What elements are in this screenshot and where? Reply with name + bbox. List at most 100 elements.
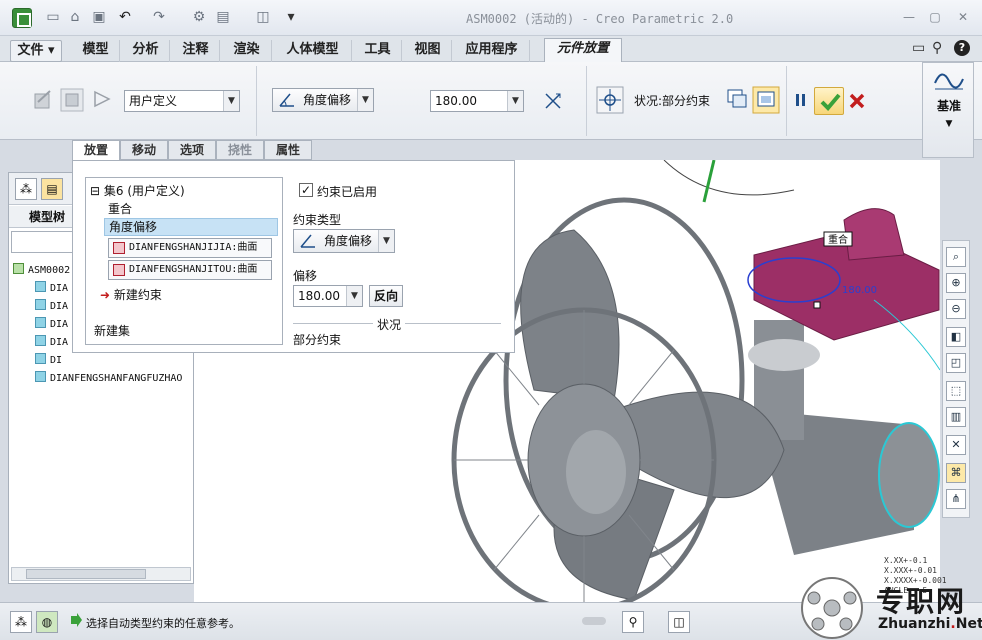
subtab-move[interactable]: 移动 <box>120 140 168 160</box>
horizontal-scrollbar[interactable] <box>11 567 191 581</box>
close-window-icon[interactable]: ◫ <box>254 8 272 26</box>
new-set-link[interactable]: 新建集 <box>94 322 130 339</box>
tab-model[interactable]: 模型 <box>72 40 120 62</box>
constraint-type-value: 角度偏移 <box>303 93 352 107</box>
maximize-icon[interactable]: ▢ <box>928 10 942 24</box>
mechanism-icon[interactable] <box>92 88 114 110</box>
refit-icon[interactable]: ⌕ <box>946 247 966 267</box>
annotation-display-icon[interactable]: ⋔ <box>946 489 966 509</box>
zoom-out-icon[interactable]: ⊖ <box>946 299 966 319</box>
undo-icon[interactable]: ↶ <box>116 8 134 26</box>
new-icon[interactable]: ▭ <box>44 8 62 26</box>
open-icon[interactable]: ⌂ <box>66 8 84 26</box>
tree-item-label: DIANFENGSHANFANGFUZHAO <box>50 373 183 384</box>
tab-component-placement[interactable]: 元件放置 <box>544 38 622 62</box>
new-constraint-link[interactable]: ➜ 新建约束 <box>100 286 162 303</box>
spin-center-icon[interactable]: ⌘ <box>946 463 966 483</box>
offset-combo[interactable]: 180.00 ▼ <box>430 90 524 112</box>
model-tree-tab-icon[interactable]: ⁂ <box>15 178 37 200</box>
tab-tools[interactable]: 工具 <box>354 40 402 62</box>
find-icon[interactable]: ⚲ <box>622 611 644 633</box>
tab-applications[interactable]: 应用程序 <box>454 40 530 62</box>
tree-item[interactable]: DIA <box>35 299 68 315</box>
constraint-coincident-item[interactable]: 重合 <box>108 200 132 217</box>
saved-views-icon[interactable]: ⬚ <box>946 381 966 401</box>
part-icon <box>35 281 46 292</box>
tree-item-label: DI <box>50 355 63 366</box>
subtab-options[interactable]: 选项 <box>168 140 216 160</box>
close-icon[interactable]: ✕ <box>956 10 970 24</box>
tree-item[interactable]: DIA <box>35 335 68 351</box>
model-tree-toggle-icon[interactable]: ⁂ <box>10 611 32 633</box>
view-manager-icon[interactable]: ▥ <box>946 407 966 427</box>
tab-analysis[interactable]: 分析 <box>122 40 170 62</box>
separate-window-icon[interactable] <box>726 88 748 110</box>
datum-display-icon[interactable]: ✕ <box>946 435 966 455</box>
watermark-en: Zhuanzhi.Net <box>878 616 982 632</box>
browser-toggle-icon[interactable]: ◍ <box>36 611 58 633</box>
tab-annotate[interactable]: 注释 <box>172 40 220 62</box>
constraint-set-item[interactable]: ⊟ 集6 (用户定义) <box>90 182 185 199</box>
constraint-angle-offset-item[interactable]: 角度偏移 <box>104 218 278 236</box>
regenerate-icon[interactable]: ⚙ <box>190 8 208 26</box>
tree-item[interactable]: DIA <box>35 281 68 297</box>
flip-button[interactable]: 反向 <box>369 285 403 307</box>
reference-1[interactable]: DIANFENGSHANJIJIA:曲面 <box>108 238 272 258</box>
search-icon[interactable]: ⚲ <box>932 40 942 56</box>
windows-icon[interactable]: ▤ <box>214 8 232 26</box>
new-constraint-label: 新建约束 <box>113 288 162 302</box>
help-icon[interactable]: ? <box>954 40 970 56</box>
show-component-icon[interactable] <box>596 86 624 114</box>
panel-constraint-type-combo[interactable]: 角度偏移 ▼ <box>293 229 395 253</box>
repaint-icon[interactable]: ◧ <box>946 327 966 347</box>
cancel-button[interactable] <box>848 92 866 110</box>
assembly-window-icon[interactable] <box>752 86 780 114</box>
tree-root-item[interactable]: ASM0002 <box>13 263 70 279</box>
constraint-type-combo[interactable]: 角度偏移 ▼ <box>272 88 374 112</box>
customize-icon[interactable]: ▾ <box>282 8 300 26</box>
red-arrow-icon: ➜ <box>100 288 111 302</box>
tab-file[interactable]: 文件 ▾ <box>10 40 62 62</box>
zoom-in-icon[interactable]: ⊕ <box>946 273 966 293</box>
pause-icon[interactable] <box>794 92 808 108</box>
assembly-icon[interactable] <box>60 88 84 112</box>
folder-browser-tab-icon[interactable]: ▤ <box>41 178 63 200</box>
selection-filter-icon[interactable]: ◫ <box>668 611 690 633</box>
tree-item[interactable]: DIA <box>35 317 68 333</box>
display-style-icon[interactable]: ◰ <box>946 353 966 373</box>
constraint-enabled-label: 约束已启用 <box>317 185 378 199</box>
constraint-set-combo[interactable]: 用户定义 ▼ <box>124 90 240 112</box>
constraint-enabled-checkbox[interactable]: ✓ <box>299 183 313 197</box>
datum-wave-icon <box>934 73 964 90</box>
auto-assemble-icon[interactable] <box>32 88 54 110</box>
chevron-down-icon: ▼ <box>945 119 953 129</box>
tree-item[interactable]: DI <box>35 353 62 369</box>
minimize-icon[interactable]: — <box>902 10 916 24</box>
save-icon[interactable]: ▣ <box>90 8 108 26</box>
subtab-placement[interactable]: 放置 <box>72 140 120 160</box>
offset-label: 偏移 <box>293 269 318 283</box>
subtab-flexibility[interactable]: 挠性 <box>216 140 264 160</box>
ok-button[interactable] <box>814 87 844 115</box>
tab-view[interactable]: 视图 <box>404 40 452 62</box>
scrollbar-thumb[interactable] <box>26 569 146 579</box>
ribbon-collapse-icon[interactable]: ▭ <box>912 40 925 56</box>
part-icon <box>35 299 46 310</box>
tab-label: 文件 <box>17 43 44 58</box>
check-icon <box>820 93 841 111</box>
chevron-down-icon: ▼ <box>357 89 373 111</box>
status-header: 状况 <box>373 316 406 333</box>
panel-offset-value: 180.00 <box>298 289 340 303</box>
flip-direction-icon[interactable] <box>542 90 564 112</box>
redo-icon[interactable]: ↷ <box>150 8 168 26</box>
angle-annotation: 180.00 <box>842 285 877 296</box>
angle-offset-icon <box>279 93 294 107</box>
tab-render[interactable]: 渲染 <box>222 40 272 62</box>
subtab-properties[interactable]: 属性 <box>264 140 312 160</box>
tab-manikin[interactable]: 人体模型 <box>274 40 352 62</box>
panel-offset-input[interactable]: 180.00 ▼ <box>293 285 363 307</box>
coincident-tag-label: 重合 <box>828 233 848 246</box>
datum-group[interactable]: 基准 ▼ <box>922 62 974 158</box>
reference-2[interactable]: DIANFENGSHANJITOU:曲面 <box>108 260 272 280</box>
tree-item[interactable]: DIANFENGSHANFANGFUZHAO <box>35 371 182 387</box>
